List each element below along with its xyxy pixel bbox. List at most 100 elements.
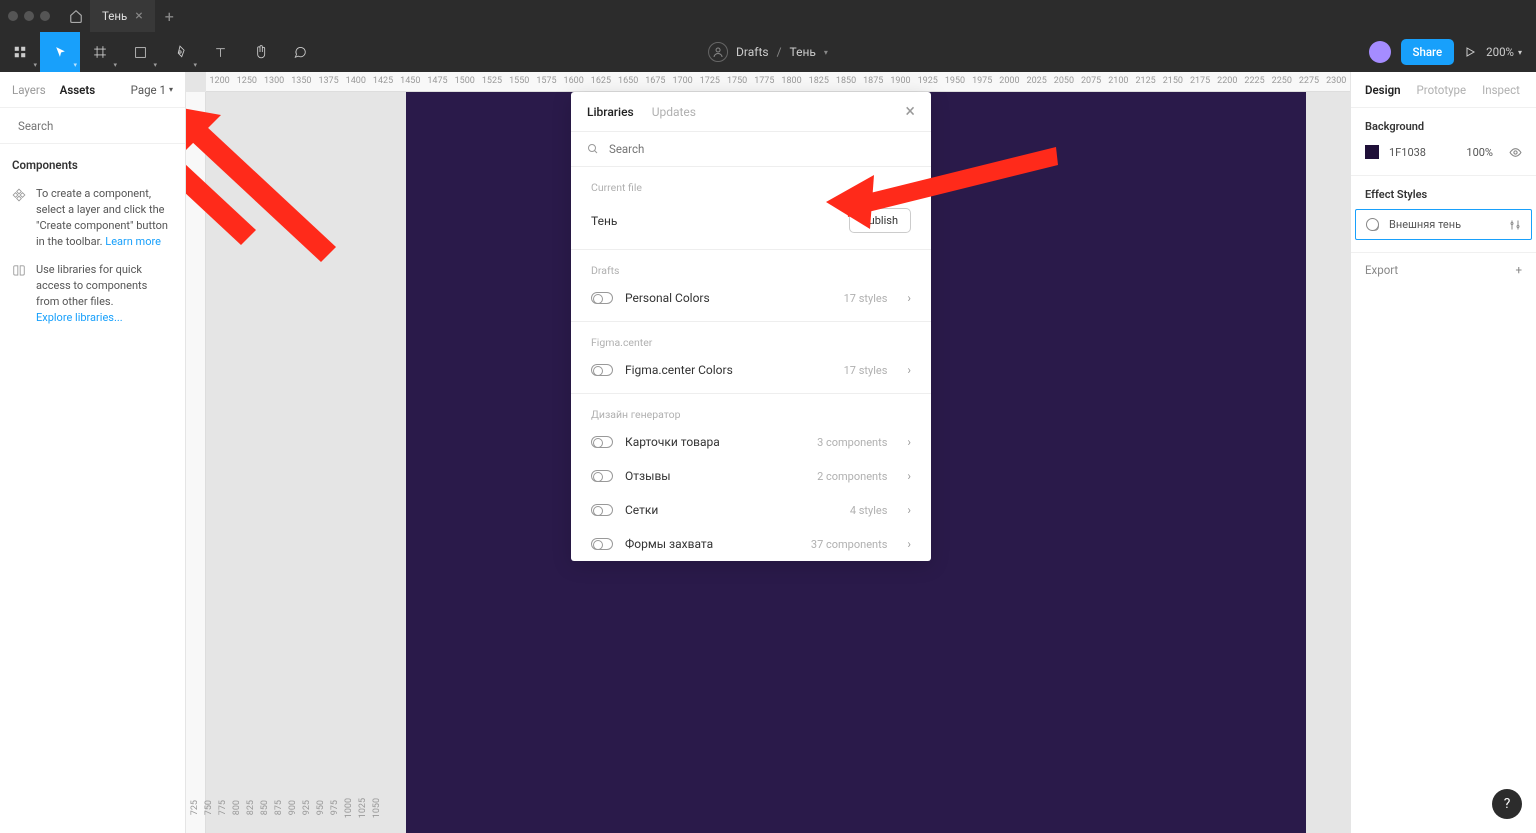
- chevron-down-icon[interactable]: ▾: [824, 48, 828, 57]
- close-tab-icon[interactable]: ×: [135, 8, 142, 24]
- right-panel: Design Prototype Inspect Background 1F10…: [1350, 72, 1536, 833]
- library-section-label: Дизайн генератор: [571, 394, 931, 425]
- publish-button[interactable]: Publish: [849, 208, 911, 233]
- crumb-file[interactable]: Тень: [790, 45, 816, 59]
- toolbar: ▾ ▾ ▾ ▾ ▾ Drafts / Тень ▾ Share 200%▾: [0, 32, 1536, 72]
- library-row[interactable]: Figma.center Colors17 styles›: [571, 353, 931, 387]
- tab-assets[interactable]: Assets: [60, 83, 95, 97]
- effect-styles-heading: Effect Styles: [1351, 188, 1536, 209]
- color-hex: 1F1038: [1389, 146, 1426, 159]
- library-name: Карточки товара: [625, 435, 805, 449]
- zoom-level[interactable]: 200%▾: [1486, 45, 1522, 59]
- shape-tool[interactable]: ▾: [120, 32, 160, 72]
- modal-tab-libraries[interactable]: Libraries: [587, 105, 634, 119]
- components-heading: Components: [0, 144, 185, 180]
- tab-inspect[interactable]: Inspect: [1482, 83, 1520, 97]
- close-window-dot[interactable]: [8, 11, 18, 21]
- library-meta: 17 styles: [844, 292, 888, 305]
- library-meta: 2 components: [817, 470, 887, 483]
- assets-search-input[interactable]: [18, 119, 173, 133]
- chevron-right-icon: ›: [907, 503, 911, 517]
- move-tool[interactable]: ▾: [40, 32, 80, 72]
- color-swatch[interactable]: [1365, 145, 1379, 159]
- style-settings-icon[interactable]: [1509, 219, 1521, 231]
- export-section[interactable]: Export +: [1351, 253, 1536, 287]
- chevron-right-icon: ›: [907, 435, 911, 449]
- user-avatar[interactable]: [1369, 41, 1391, 63]
- current-file-row: Тень Publish: [571, 198, 931, 243]
- current-file-label: Current file: [571, 167, 931, 198]
- modal-tab-updates[interactable]: Updates: [652, 105, 696, 119]
- library-row[interactable]: Personal Colors 17 styles ›: [571, 281, 931, 315]
- effect-style-row[interactable]: Внешняя тень: [1355, 209, 1532, 240]
- canvas[interactable]: 1200125013001350137514001425145014751500…: [186, 72, 1350, 833]
- crumb-folder[interactable]: Drafts: [736, 45, 769, 59]
- background-color-row[interactable]: 1F1038 100%: [1351, 141, 1536, 163]
- home-icon[interactable]: [62, 2, 90, 30]
- annotation-arrow: [186, 90, 356, 310]
- tab-design[interactable]: Design: [1365, 83, 1401, 97]
- help-button[interactable]: ?: [1492, 789, 1522, 819]
- search-icon: [587, 143, 599, 155]
- tab-layers[interactable]: Layers: [12, 83, 46, 97]
- effect-style-icon: [1366, 218, 1379, 231]
- menu-tool[interactable]: ▾: [0, 32, 40, 72]
- crumb-separator: /: [777, 45, 782, 59]
- modal-close-button[interactable]: ×: [905, 101, 915, 122]
- file-tab-label: Тень: [102, 9, 127, 23]
- text-tool[interactable]: [200, 32, 240, 72]
- background-heading: Background: [1351, 120, 1536, 141]
- tab-prototype[interactable]: Prototype: [1417, 83, 1467, 97]
- page-selector[interactable]: Page 1▾: [131, 83, 173, 97]
- pen-tool[interactable]: ▾: [160, 32, 200, 72]
- library-meta: 4 styles: [850, 504, 888, 517]
- components-hint: To create a component, select a layer an…: [0, 180, 185, 256]
- chevron-right-icon: ›: [907, 469, 911, 483]
- library-meta: 37 components: [811, 538, 887, 551]
- share-button[interactable]: Share: [1401, 39, 1455, 65]
- chevron-right-icon: ›: [907, 291, 911, 305]
- effect-style-name: Внешняя тень: [1389, 218, 1461, 231]
- new-tab-button[interactable]: +: [155, 7, 184, 26]
- horizontal-ruler: 1200125013001350137514001425145014751500…: [206, 72, 1350, 92]
- color-opacity: 100%: [1466, 146, 1493, 159]
- library-name: Personal Colors: [625, 291, 832, 305]
- library-row[interactable]: Формы захвата37 components›: [571, 527, 931, 561]
- library-section-label: Drafts: [571, 250, 931, 281]
- libraries-modal: Libraries Updates × Current file Тень Pu…: [571, 92, 931, 561]
- frame-tool[interactable]: ▾: [80, 32, 120, 72]
- vertical-ruler: 7257507758008258508759009259509751000102…: [186, 92, 206, 833]
- comment-tool[interactable]: [280, 32, 320, 72]
- annotation-arrow: [186, 107, 436, 327]
- minimize-window-dot[interactable]: [24, 11, 34, 21]
- breadcrumb: Drafts / Тень ▾: [708, 42, 828, 62]
- add-export-icon[interactable]: +: [1515, 263, 1522, 277]
- owner-avatar-icon[interactable]: [708, 42, 728, 62]
- library-toggle[interactable]: [591, 364, 613, 376]
- library-row[interactable]: Карточки товара 3 components ›: [571, 425, 931, 459]
- libraries-search-input[interactable]: [609, 142, 915, 156]
- library-toggle[interactable]: [591, 292, 613, 304]
- chevron-right-icon: ›: [907, 537, 911, 551]
- explore-libraries-link[interactable]: Explore libraries...: [36, 311, 123, 324]
- library-meta: 17 styles: [844, 364, 888, 377]
- present-button[interactable]: [1464, 46, 1476, 58]
- library-toggle[interactable]: [591, 538, 613, 550]
- tab-bar: Тень × +: [0, 0, 1536, 32]
- component-icon: [12, 188, 26, 202]
- library-row[interactable]: Отзывы 2 components ›: [571, 459, 931, 493]
- book-icon: [12, 264, 26, 278]
- visibility-toggle-icon[interactable]: [1509, 146, 1522, 159]
- window-controls: [8, 11, 50, 21]
- library-toggle[interactable]: [591, 470, 613, 482]
- library-name: Figma.center Colors: [625, 363, 832, 377]
- maximize-window-dot[interactable]: [40, 11, 50, 21]
- hand-tool[interactable]: [240, 32, 280, 72]
- library-toggle[interactable]: [591, 504, 613, 516]
- library-row[interactable]: Сетки4 styles›: [571, 493, 931, 527]
- library-name: Отзывы: [625, 469, 805, 483]
- library-meta: 3 components: [817, 436, 887, 449]
- library-toggle[interactable]: [591, 436, 613, 448]
- file-tab[interactable]: Тень ×: [90, 0, 155, 32]
- learn-more-link[interactable]: Learn more: [105, 235, 161, 248]
